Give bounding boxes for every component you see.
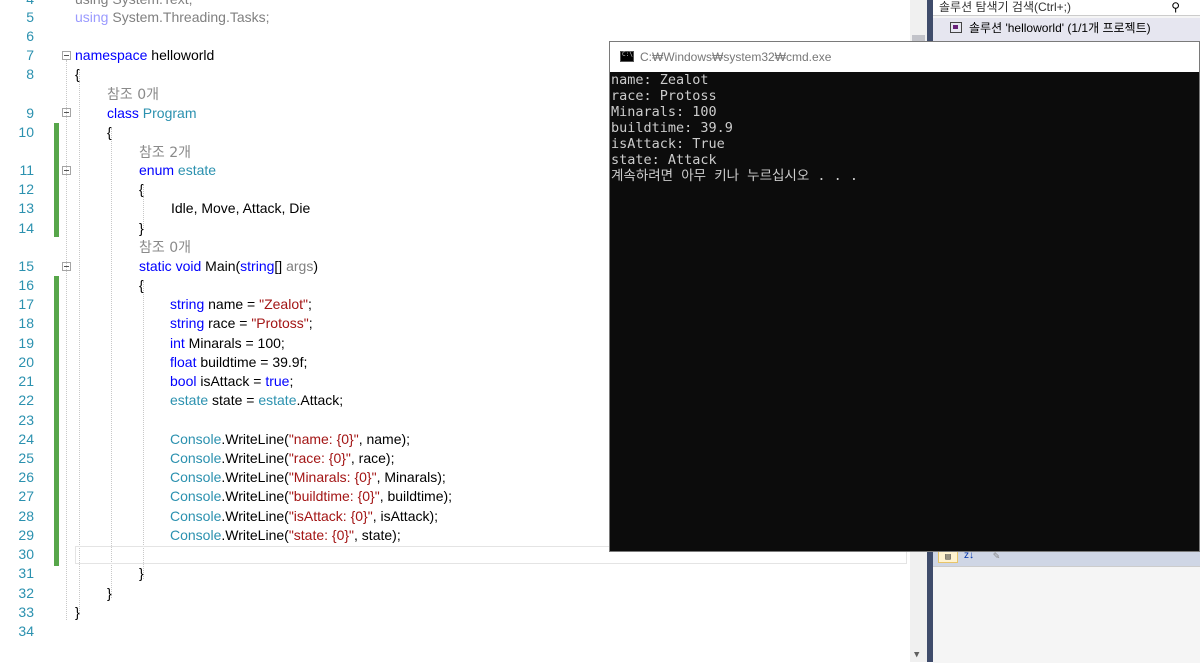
line-number: 26	[18, 469, 34, 485]
fold-line	[66, 60, 67, 620]
line-number: 24	[18, 431, 34, 447]
code-line: {	[107, 124, 112, 140]
console-line: state: Attack	[611, 152, 717, 168]
line-number: 13	[18, 200, 34, 216]
line-number: 15	[18, 258, 34, 274]
line-number: 25	[18, 450, 34, 466]
code-line: enum estate	[139, 162, 217, 178]
line-number: 32	[18, 585, 34, 601]
code-line: class Program	[107, 105, 197, 121]
code-line: }	[139, 220, 144, 236]
solution-search-placeholder: 솔루션 탐색기 검색(Ctrl+;)	[939, 0, 1071, 14]
code-line: Console.WriteLine("name: {0}", name);	[170, 431, 411, 447]
console-line: 계속하려면 아무 키나 누르십시오 . . .	[611, 168, 859, 184]
code-line: Console.WriteLine("isAttack: {0}", isAtt…	[170, 508, 439, 524]
line-number: 11	[19, 162, 34, 178]
code-line: Console.WriteLine("state: {0}", state);	[170, 527, 401, 543]
line-number: 34	[18, 623, 34, 639]
line-number: 16	[18, 277, 34, 293]
line-number: 18	[18, 315, 34, 331]
codelens-references[interactable]: 참조 0개	[107, 84, 159, 104]
line-number: 14	[18, 220, 34, 236]
code-line: estate state = estate.Attack;	[170, 392, 344, 408]
line-number: 7	[26, 47, 34, 63]
line-number: 12	[18, 181, 34, 197]
changed-lines-indicator	[54, 123, 59, 237]
console-line: buildtime: 39.9	[611, 120, 733, 136]
code-line: namespace helloworld	[75, 47, 215, 63]
changed-lines-indicator	[54, 276, 59, 566]
code-line: Console.WriteLine("Minarals: {0}", Minar…	[170, 469, 446, 485]
codelens-references[interactable]: 참조 2개	[139, 142, 191, 162]
line-number: 21	[18, 373, 34, 389]
line-number: 31	[18, 565, 34, 581]
console-output: name: Zealot race: Protoss Minarals: 100…	[610, 72, 1200, 184]
solution-label: 솔루션 'helloworld' (1/1개 프로젝트)	[969, 21, 1151, 35]
console-line: Minarals: 100	[611, 104, 717, 120]
line-number: 19	[18, 335, 34, 351]
code-line: static void Main(string[] args)	[139, 258, 318, 274]
code-line: {	[75, 66, 80, 82]
line-number: 33	[18, 604, 34, 620]
indent-guide	[143, 281, 144, 579]
line-number: 28	[18, 508, 34, 524]
code-line: }	[139, 565, 144, 581]
console-title: C:₩Windows₩system32₩cmd.exe	[640, 50, 832, 64]
solution-search-input[interactable]: 솔루션 탐색기 검색(Ctrl+;) ⚲	[933, 0, 1200, 16]
line-number: 6	[26, 28, 34, 44]
code-line: int Minarals = 100;	[170, 335, 285, 351]
search-icon[interactable]: ⚲	[1171, 0, 1180, 14]
code-line: Idle, Move, Attack, Die	[171, 200, 311, 216]
line-number: 30	[18, 546, 34, 562]
console-line: name: Zealot	[611, 72, 709, 88]
line-number: 8	[26, 66, 34, 82]
console-line: race: Protoss	[611, 88, 717, 104]
line-number: 22	[18, 392, 34, 408]
code-line: float buildtime = 39.9f;	[170, 354, 308, 370]
cmd-app-icon	[620, 51, 634, 62]
code-line: using System.Threading.Tasks;	[75, 9, 270, 25]
indent-guide	[111, 128, 112, 598]
solution-icon	[950, 22, 962, 33]
line-number: 29	[18, 527, 34, 543]
solution-tree-item[interactable]: 솔루션 'helloworld' (1/1개 프로젝트)	[933, 18, 1200, 38]
console-title-bar[interactable]: C:₩Windows₩system32₩cmd.exe	[610, 42, 1199, 72]
indent-guide	[79, 70, 80, 615]
code-line: bool isAttack = true;	[170, 373, 294, 389]
line-number: 17	[18, 296, 34, 312]
code-line: string race = "Protoss";	[170, 315, 313, 331]
code-line: string name = "Zealot";	[170, 296, 312, 312]
code-line: }	[75, 604, 80, 620]
code-line: {	[139, 277, 144, 293]
line-number: 23	[18, 412, 34, 428]
console-line: isAttack: True	[611, 136, 725, 152]
line-number: 27	[18, 488, 34, 504]
properties-grid	[933, 566, 1200, 663]
line-number: 5	[26, 9, 34, 25]
collapse-icon[interactable]	[62, 51, 71, 60]
code-line: }	[107, 585, 112, 601]
console-window[interactable]: C:₩Windows₩system32₩cmd.exe name: Zealot…	[609, 41, 1200, 552]
code-line: Console.WriteLine("race: {0}", race);	[170, 450, 395, 466]
code-line: {	[139, 181, 144, 197]
line-number: 20	[18, 354, 34, 370]
line-number: 9	[26, 105, 34, 121]
scroll-down-arrow-icon[interactable]: ▼	[914, 650, 919, 660]
code-line: Console.WriteLine("buildtime: {0}", buil…	[170, 488, 453, 504]
codelens-references[interactable]: 참조 0개	[139, 237, 191, 257]
line-number: 10	[18, 124, 34, 140]
